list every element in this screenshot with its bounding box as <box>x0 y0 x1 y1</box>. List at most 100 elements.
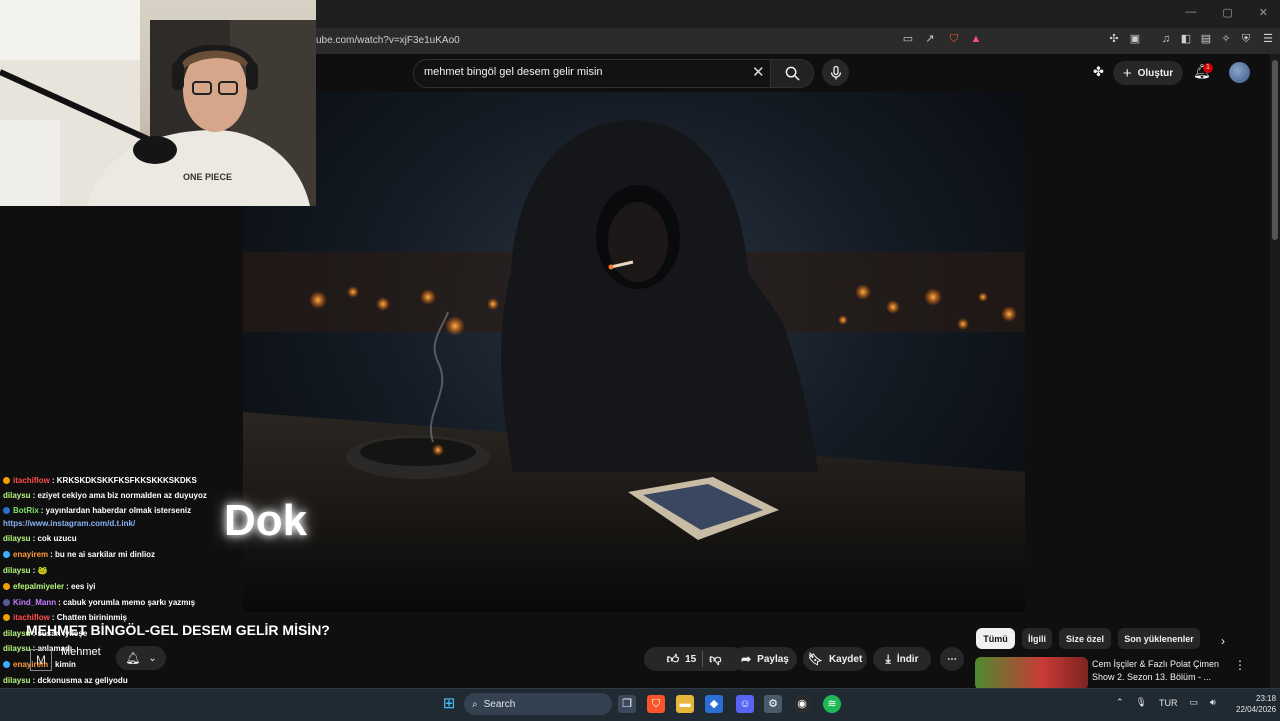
chat-username[interactable]: dilaysu <box>3 534 31 543</box>
chat-badge-icon <box>3 614 10 621</box>
subscription-bell-button[interactable]: 🔔︎ ⌄ <box>116 646 166 670</box>
discord-icon[interactable]: ☺ <box>736 695 754 713</box>
leo-ai-icon[interactable]: ✧ <box>1220 33 1232 45</box>
scrollbar-thumb[interactable] <box>1272 60 1278 240</box>
chat-text: https://www.instagram.com/d.t.ink/ <box>3 519 136 528</box>
chat-badge-icon <box>3 661 10 668</box>
like-count: 15 <box>685 653 697 665</box>
clear-search-icon[interactable]: ✕ <box>752 63 765 81</box>
chat-text: : eziyet cekiyo ama biz normalden az duy… <box>32 491 207 500</box>
video-player[interactable] <box>243 92 1025 612</box>
taskbar-clock[interactable]: 23:18 22/04/2026 <box>1236 693 1276 715</box>
chevron-down-icon: ⌄ <box>148 652 157 664</box>
thumbs-down-icon[interactable]: 👎︎ <box>709 652 721 667</box>
chat-badge-icon <box>3 599 10 606</box>
save-button[interactable]: 🔖︎ Kaydet <box>803 647 867 671</box>
search-button[interactable] <box>770 59 814 88</box>
account-avatar[interactable] <box>1229 62 1250 83</box>
system-tray: ⌃ 🎙︎ TUR ▭ 🔊︎ <box>1116 697 1216 708</box>
minimize-icon[interactable]: — <box>1185 6 1196 19</box>
share-label: Paylaş <box>757 653 789 665</box>
chat-username[interactable]: dilaysu <box>3 491 31 500</box>
chat-username[interactable]: Kind_Mann <box>13 598 56 607</box>
search-icon <box>785 66 800 81</box>
cast-icon[interactable]: ▭ <box>902 33 914 45</box>
chat-username[interactable]: itachiflow <box>13 613 50 622</box>
notification-badge: 1 <box>1203 63 1213 73</box>
voice-search-button[interactable] <box>822 59 849 86</box>
maximize-icon[interactable]: ▢ <box>1222 6 1232 19</box>
recommendation-menu-icon[interactable]: ⋮ <box>1234 658 1246 672</box>
share-page-icon[interactable]: ↗ <box>924 33 936 45</box>
chat-text: : ees iyi <box>66 582 96 591</box>
chat-message: dilaysu: eziyet cekiyo ama biz normalden… <box>3 491 207 500</box>
chip-all[interactable]: Tümü <box>976 628 1015 649</box>
app-icon[interactable]: ◆ <box>705 695 723 713</box>
extensions-icon[interactable]: ✣ <box>1108 33 1120 45</box>
bookmark-icon: 🔖︎ <box>807 652 823 666</box>
close-icon[interactable]: ✕ <box>1259 6 1268 19</box>
chat-username[interactable]: efepalmiyeler <box>13 582 64 591</box>
chip-recently-uploaded[interactable]: Son yüklenenler <box>1118 628 1200 649</box>
more-dots-icon: ⋯ <box>947 653 957 665</box>
streamer-webcam-image: ONE PIECE <box>0 0 316 206</box>
sidebar-icon[interactable]: ◧ <box>1180 33 1192 45</box>
media-icon[interactable]: ♫ <box>1160 33 1172 45</box>
wallet-icon[interactable]: ▤ <box>1200 33 1212 45</box>
chip-for-you[interactable]: Size özel <box>1059 628 1111 649</box>
spotify-icon[interactable]: ≋ <box>823 695 841 713</box>
recommendation-thumbnail[interactable] <box>975 657 1088 690</box>
chat-text: : kimin <box>50 660 76 669</box>
share-button[interactable]: ➦ Paylaş <box>733 647 797 671</box>
chat-username[interactable]: BotRix <box>13 506 39 515</box>
chat-message: itachiflow: KRKSKDKSKKFKSFKKSKKKSKDKS <box>3 476 197 485</box>
download-button[interactable]: ⤓ İndir <box>873 647 931 671</box>
brave-rewards-icon[interactable]: ▲ <box>970 33 982 45</box>
chat-username[interactable]: dilaysu <box>3 676 31 685</box>
more-actions-button[interactable]: ⋯ <box>940 647 964 671</box>
chat-text: : 🐸 <box>32 566 48 575</box>
clock-time: 23:18 <box>1256 694 1277 703</box>
overlay-caption-text: Dok <box>224 496 308 545</box>
search-query[interactable]: mehmet bingöl gel desem gelir misin <box>424 66 603 78</box>
chat-message: dilaysu: 🐸 <box>3 566 47 575</box>
url-text[interactable]: ube.com/watch?v=xjF3e1uKAo0 <box>316 35 460 46</box>
customize-icon[interactable]: ✤ <box>1093 64 1104 80</box>
network-icon[interactable]: ▭ <box>1189 697 1198 708</box>
like-dislike-group: 👍︎ 15 👎︎ <box>644 647 744 671</box>
chat-message: Kind_Mann: cabuk yorumla memo şarkı yazm… <box>3 598 195 607</box>
brave-browser-icon[interactable]: ⛉ <box>647 695 665 713</box>
chat-text: : cok uzucu <box>32 534 77 543</box>
chat-text: : bu ne ai sarkilar mi dinlioz <box>50 550 156 559</box>
like-button[interactable]: 👍︎ 15 <box>667 652 697 667</box>
taskbar-search-placeholder: Search <box>483 698 516 710</box>
chat-username[interactable]: dilaysu <box>3 566 31 575</box>
chip-related[interactable]: İlgili <box>1022 628 1052 649</box>
chat-username[interactable]: dilaysu <box>3 644 31 653</box>
channel-name[interactable]: Mehmet <box>61 646 101 658</box>
chat-username[interactable]: itachiflow <box>13 476 50 485</box>
screenshot-icon[interactable]: ▣ <box>1129 33 1141 45</box>
brave-shield-icon[interactable]: ⛉ <box>948 33 960 45</box>
create-button[interactable]: + Oluştur <box>1113 61 1183 85</box>
settings-gear-icon[interactable]: ⚙ <box>764 695 782 713</box>
clock-date: 22/04/2026 <box>1236 705 1277 714</box>
file-explorer-icon[interactable]: ▬ <box>676 695 694 713</box>
task-view-icon[interactable]: ❐ <box>618 695 636 713</box>
windows-start-icon[interactable]: ⊞ <box>440 695 458 713</box>
channel-avatar[interactable]: M <box>30 649 52 671</box>
chat-username[interactable]: enayirem <box>13 550 48 559</box>
vpn-icon[interactable]: ⛨ <box>1240 33 1252 45</box>
chevron-right-icon[interactable]: › <box>1221 634 1225 648</box>
microphone-tray-icon[interactable]: 🎙︎ <box>1136 697 1147 708</box>
obs-icon[interactable]: ◉ <box>793 695 811 713</box>
recommendation-title[interactable]: Cem İşçiler & Fazlı Polat Çimen Show 2. … <box>1092 658 1232 684</box>
chat-message: https://www.instagram.com/d.t.ink/ <box>3 519 135 528</box>
taskbar-search-box[interactable]: ⌕ Search <box>464 693 612 715</box>
menu-icon[interactable]: ☰ <box>1262 33 1274 45</box>
language-indicator[interactable]: TUR <box>1159 698 1178 708</box>
chat-message: dilaysu: cok uzucu <box>3 534 77 543</box>
chevron-up-icon[interactable]: ⌃ <box>1116 697 1124 708</box>
download-label: İndir <box>896 653 919 665</box>
volume-icon[interactable]: 🔊︎ <box>1210 697 1216 708</box>
